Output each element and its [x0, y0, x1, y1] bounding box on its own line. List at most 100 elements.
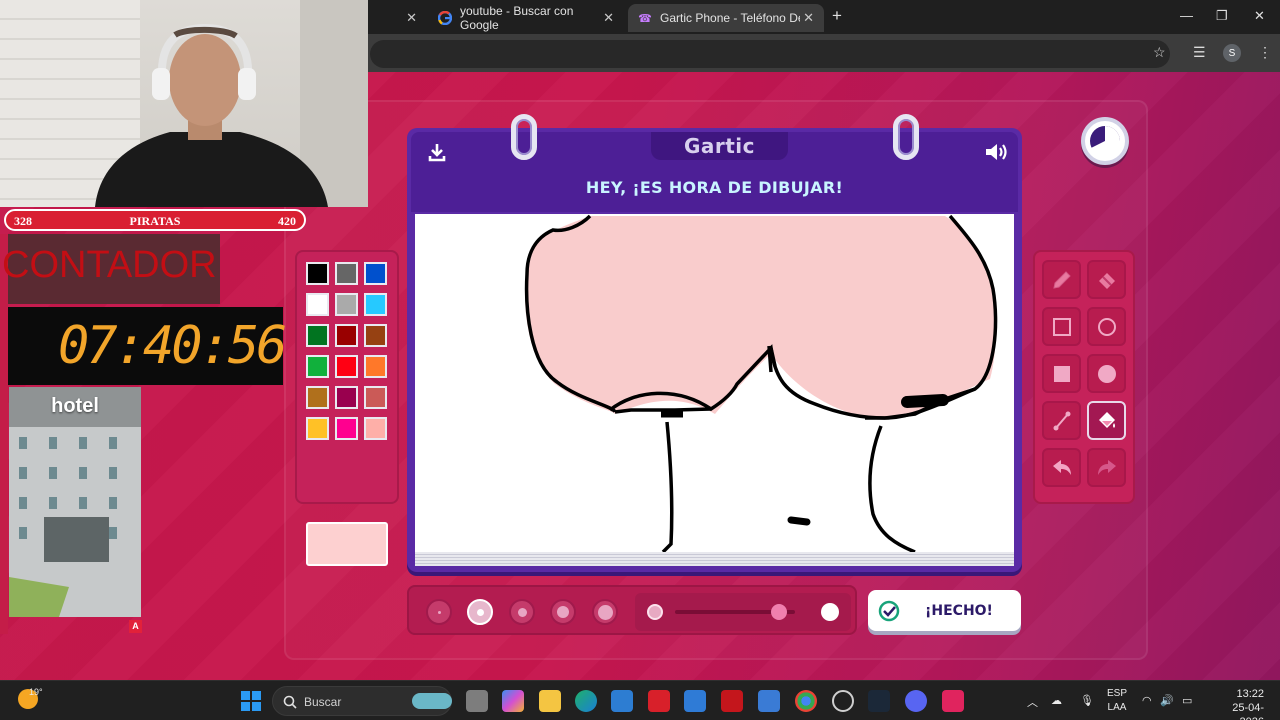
hotel-building-image [9, 387, 141, 617]
color-swatch[interactable] [364, 417, 387, 440]
color-swatch[interactable] [335, 293, 358, 316]
brush-size-1[interactable] [426, 599, 452, 625]
color-swatch[interactable] [364, 293, 387, 316]
mcafee-icon[interactable] [721, 690, 743, 712]
redo-icon [1097, 459, 1116, 475]
onedrive-icon[interactable]: ☁ [1051, 694, 1062, 707]
eraser-tool[interactable] [1087, 260, 1126, 299]
line-icon [1053, 411, 1070, 430]
store-icon[interactable] [611, 690, 633, 712]
chrome-icon[interactable] [795, 690, 817, 712]
media-control-icon[interactable]: ☰ [1193, 44, 1206, 61]
tool-panel [1033, 250, 1135, 504]
wifi-icon[interactable]: ◠ [1142, 694, 1152, 707]
color-swatch[interactable] [306, 355, 329, 378]
close-icon[interactable]: ✕ [603, 10, 614, 26]
selected-color-swatch[interactable] [306, 522, 388, 566]
rectangle-fill-tool[interactable] [1042, 354, 1081, 393]
color-swatch[interactable] [306, 324, 329, 347]
tab-label: youtube - Buscar con Google [460, 4, 574, 32]
edge-icon[interactable] [575, 690, 597, 712]
rectangle-outline-tool[interactable] [1042, 307, 1081, 346]
pencil-tool[interactable] [1042, 260, 1081, 299]
discord-icon[interactable] [905, 690, 927, 712]
steam-icon[interactable] [868, 690, 890, 712]
microphone-icon[interactable]: 🎙 [1080, 694, 1094, 707]
tab-gartic-phone[interactable]: ☎ Gartic Phone - Teléfono Descon ✕ [628, 4, 824, 32]
app-l-icon[interactable] [648, 690, 670, 712]
volume-icon[interactable] [984, 141, 1010, 168]
eraser-icon [1098, 272, 1115, 289]
input-language[interactable]: ESP LAA [1106, 687, 1128, 715]
color-swatch[interactable] [335, 355, 358, 378]
lang-bottom: LAA [1107, 702, 1127, 713]
color-swatch[interactable] [335, 262, 358, 285]
redo-button[interactable] [1087, 448, 1126, 487]
brush-size-5[interactable] [592, 599, 618, 625]
check-badge-icon [878, 600, 900, 621]
notebook-pages [415, 552, 1014, 566]
color-swatch[interactable] [306, 386, 329, 409]
slider-thumb[interactable] [771, 604, 788, 620]
color-swatch[interactable] [306, 417, 329, 440]
color-swatch[interactable] [364, 262, 387, 285]
copilot-icon[interactable] [502, 690, 524, 712]
window-close-icon[interactable]: ✕ [1254, 8, 1265, 24]
score-right: 420 [278, 214, 296, 228]
counter-label: CONTADOR [2, 244, 217, 286]
color-swatch[interactable] [306, 262, 329, 285]
tab-close-prev[interactable]: ✕ [395, 4, 427, 32]
app-v-icon[interactable] [942, 690, 964, 712]
overlay-badge: A [129, 620, 142, 633]
color-swatch[interactable] [306, 293, 329, 316]
close-icon[interactable]: ✕ [406, 10, 417, 26]
brush-size-4[interactable] [550, 599, 576, 625]
file-explorer-icon[interactable] [539, 690, 561, 712]
minimize-icon[interactable]: — [1180, 8, 1193, 23]
restore-icon[interactable]: ❐ [1216, 8, 1228, 24]
done-button[interactable]: ¡HECHO! [868, 590, 1021, 631]
line-tool[interactable] [1042, 401, 1081, 440]
mail-icon[interactable] [758, 690, 780, 712]
color-swatch[interactable] [335, 386, 358, 409]
profile-avatar[interactable]: S [1223, 44, 1241, 62]
windows-start-icon[interactable] [241, 691, 261, 711]
ellipse-fill-tool[interactable] [1087, 354, 1126, 393]
download-icon[interactable] [427, 142, 447, 167]
search-icon [283, 695, 297, 709]
menu-kebab-icon[interactable]: ⋮ [1258, 44, 1272, 61]
address-bar[interactable] [370, 40, 1170, 68]
ellipse-fill-icon [1097, 364, 1116, 383]
overlay-strip [0, 234, 8, 634]
color-swatch[interactable] [364, 324, 387, 347]
system-clock[interactable]: 13:22 25-04-2026 [1212, 687, 1264, 720]
color-swatch[interactable] [335, 324, 358, 347]
color-swatch[interactable] [364, 386, 387, 409]
fill-bucket-tool[interactable] [1087, 401, 1126, 440]
color-swatch[interactable] [335, 417, 358, 440]
search-highlight-icon[interactable] [412, 693, 452, 709]
color-swatch[interactable] [364, 355, 387, 378]
tab-label: Gartic Phone - Teléfono Descon [660, 11, 800, 25]
brush-size-bar [407, 585, 857, 635]
search-placeholder: Buscar [304, 695, 342, 709]
brush-size-3[interactable] [509, 599, 535, 625]
battery-icon[interactable]: ▭ [1182, 694, 1192, 707]
webcam-feed [0, 0, 368, 207]
opacity-slider[interactable] [635, 593, 851, 631]
bookmark-star-icon[interactable]: ☆ [1153, 44, 1166, 61]
volume-tray-icon[interactable]: 🔊 [1160, 694, 1174, 707]
undo-button[interactable] [1042, 448, 1081, 487]
drawing-canvas[interactable] [415, 214, 1014, 552]
new-tab-button[interactable]: + [832, 6, 842, 26]
tab-google-search[interactable]: youtube - Buscar con Google ✕ [428, 4, 624, 32]
windows-taskbar: 19° Buscar ︿ ☁ 🎙 ESP LAA ◠ 🔊 ▭ 13:22 25-… [0, 680, 1280, 720]
ellipse-outline-tool[interactable] [1087, 307, 1126, 346]
brush-size-2[interactable] [467, 599, 493, 625]
app-circle-icon[interactable] [832, 690, 854, 712]
close-icon[interactable]: ✕ [803, 10, 814, 26]
tray-chevron-icon[interactable]: ︿ [1027, 694, 1038, 710]
fill-bucket-icon [1098, 411, 1115, 428]
task-view-icon[interactable] [466, 690, 488, 712]
app-pen-icon[interactable] [684, 690, 706, 712]
